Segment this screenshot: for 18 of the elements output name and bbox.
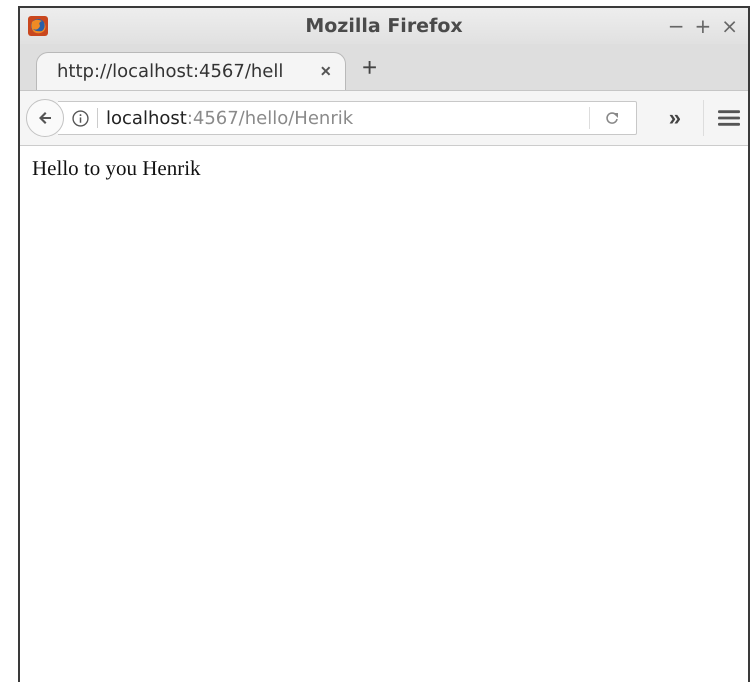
- back-arrow-icon: [37, 110, 53, 126]
- menu-button[interactable]: [718, 109, 740, 127]
- reload-icon[interactable]: [604, 110, 620, 126]
- browser-tab[interactable]: http://localhost:4567/hell ×: [36, 52, 346, 90]
- info-icon[interactable]: [72, 110, 89, 126]
- tab-title: http://localhost:4567/hell: [57, 61, 284, 82]
- overflow-button[interactable]: »: [664, 105, 685, 131]
- back-button[interactable]: [26, 99, 64, 137]
- firefox-logo-icon: [28, 16, 48, 36]
- window-control-button[interactable]: ×: [719, 14, 740, 38]
- url-text: localhost:4567/hello/Henrik: [106, 108, 354, 128]
- window-control-button[interactable]: +: [692, 14, 714, 38]
- window-title: Mozilla Firefox: [305, 15, 463, 37]
- window-control-button[interactable]: −: [666, 14, 686, 38]
- close-tab-button[interactable]: ×: [320, 61, 331, 82]
- address-bar[interactable]: localhost:4567/hello/Henrik: [58, 101, 637, 135]
- page-text: Hello to you Henrik: [32, 156, 201, 181]
- new-tab-button[interactable]: +: [356, 52, 384, 82]
